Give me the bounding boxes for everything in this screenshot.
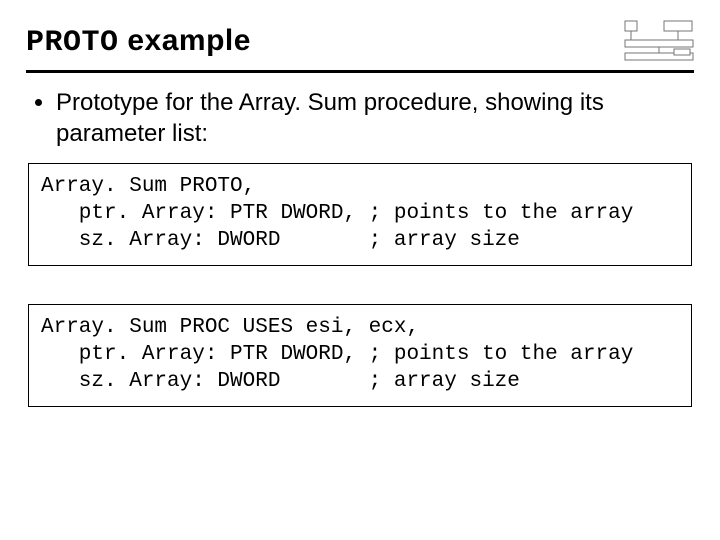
title-rest-part: example <box>119 24 251 57</box>
title-mono-part: PROTO <box>26 26 119 60</box>
code-box-proto: Array. Sum PROTO, ptr. Array: PTR DWORD,… <box>28 163 692 266</box>
code-proc: Array. Sum PROC USES esi, ecx, ptr. Arra… <box>41 315 679 396</box>
architecture-diagram-icon <box>624 20 694 64</box>
slide-title: PROTO example <box>26 24 251 60</box>
header-row: PROTO example <box>26 24 694 64</box>
code-proto: Array. Sum PROTO, ptr. Array: PTR DWORD,… <box>41 174 679 255</box>
code-box-proc: Array. Sum PROC USES esi, ecx, ptr. Arra… <box>28 304 692 407</box>
slide: PROTO example Prototype for the Array. S… <box>0 0 720 540</box>
title-divider <box>26 70 694 73</box>
bullet-item: Prototype for the Array. Sum procedure, … <box>56 87 616 149</box>
bullet-list: Prototype for the Array. Sum procedure, … <box>56 87 694 149</box>
